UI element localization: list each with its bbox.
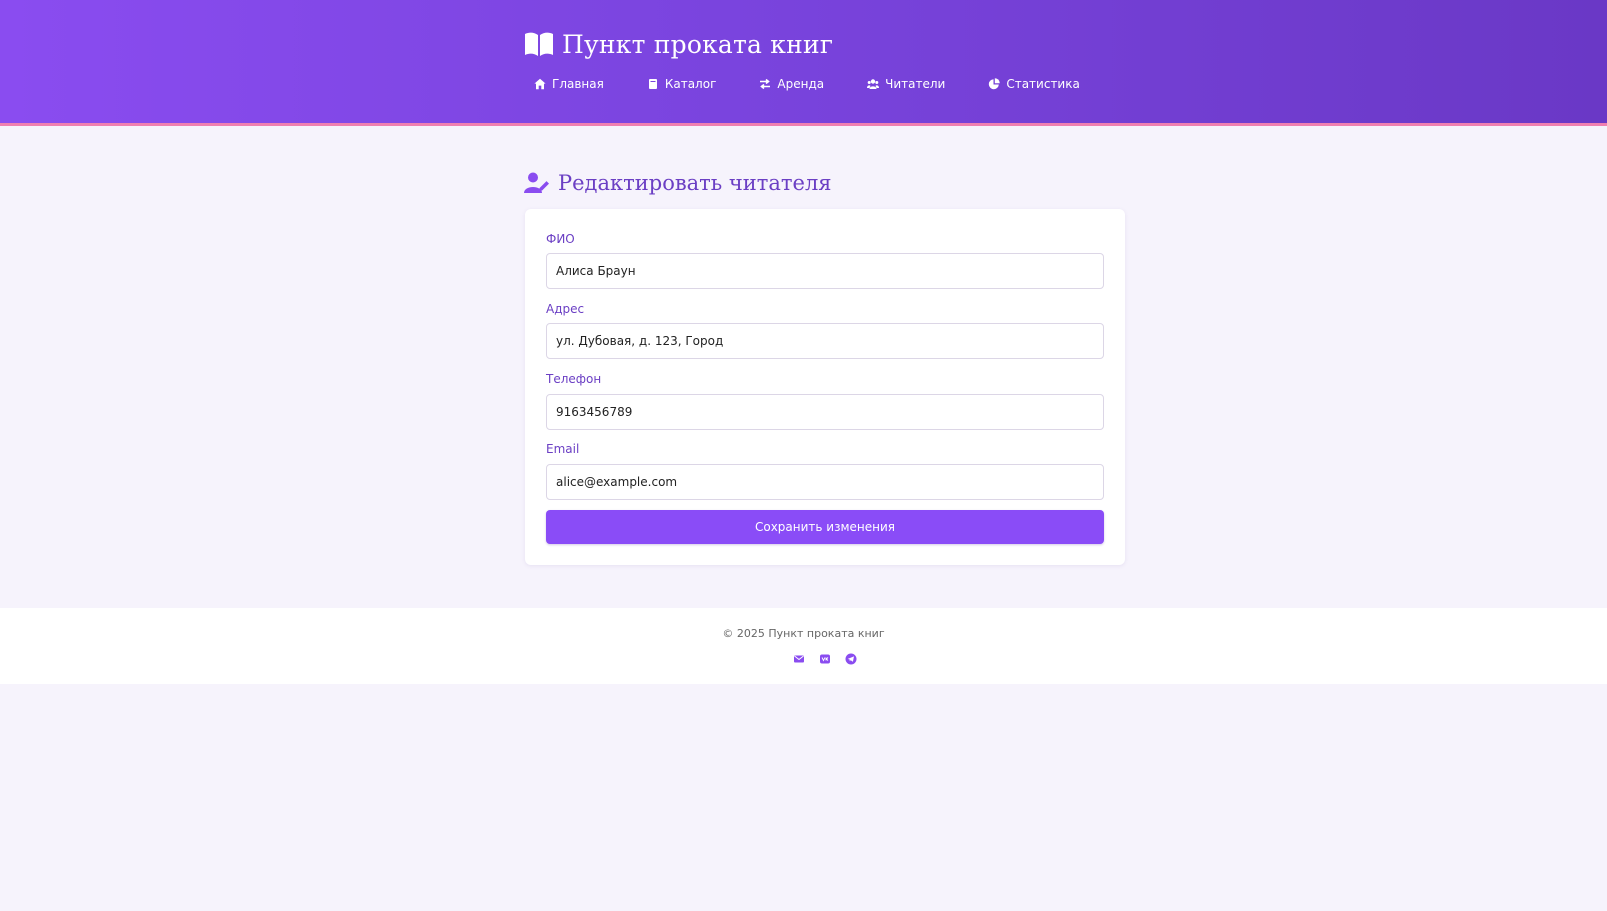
edit-reader-form: ФИО Адрес Телефон Email Сохранить измене…	[525, 209, 1125, 565]
telegram-icon[interactable]	[845, 653, 857, 665]
address-label: Адрес	[546, 302, 585, 316]
fio-label: ФИО	[546, 232, 575, 246]
nav-item-label: Статистика	[1006, 77, 1080, 91]
email-label: Email	[546, 442, 580, 456]
nav-item-label: Аренда	[777, 77, 825, 91]
brand-title: Пункт проката книг	[562, 29, 834, 59]
open-book-icon	[524, 31, 554, 57]
site-footer: © 2025 Пункт проката книг	[0, 608, 1607, 684]
fio-input[interactable]	[546, 253, 1104, 289]
site-header: Пункт проката книг Главная Каталог Аренд…	[0, 0, 1607, 126]
book-icon	[647, 78, 659, 90]
home-icon	[534, 78, 546, 90]
address-input[interactable]	[546, 323, 1104, 359]
nav-item-catalog[interactable]: Каталог	[647, 77, 717, 91]
exchange-icon	[759, 78, 771, 90]
nav-item-label: Главная	[552, 77, 604, 91]
vk-icon[interactable]	[819, 653, 831, 665]
email-input[interactable]	[546, 464, 1104, 500]
nav-item-statistics[interactable]: Статистика	[988, 77, 1080, 91]
copyright-text: © 2025 Пункт проката книг	[722, 627, 885, 640]
nav-item-label: Каталог	[664, 77, 717, 91]
phone-label: Телефон	[546, 372, 602, 386]
user-edit-icon	[524, 172, 550, 194]
pie-chart-icon	[988, 78, 1001, 90]
nav-item-home[interactable]: Главная	[534, 77, 604, 91]
main-nav: Главная Каталог Аренда Читатели Статисти…	[534, 74, 1123, 94]
page-title-text: Редактировать читателя	[558, 171, 832, 195]
brand-link[interactable]: Пункт проката книг	[524, 24, 833, 64]
page-title: Редактировать читателя	[524, 166, 832, 200]
users-icon	[867, 78, 880, 90]
nav-item-rental[interactable]: Аренда	[759, 77, 824, 91]
nav-item-label: Читатели	[885, 77, 946, 91]
social-links	[793, 653, 857, 665]
nav-item-readers[interactable]: Читатели	[867, 77, 945, 91]
phone-input[interactable]	[546, 394, 1104, 430]
envelope-icon[interactable]	[793, 653, 805, 665]
save-changes-button[interactable]: Сохранить изменения	[546, 510, 1104, 544]
